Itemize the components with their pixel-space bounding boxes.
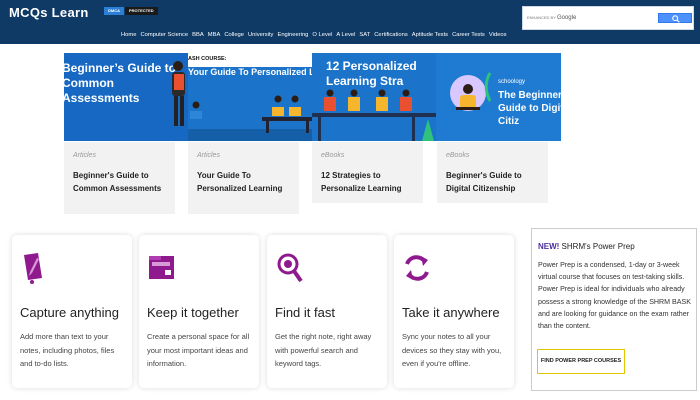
dmca-label: DMCA: [104, 7, 124, 15]
card-category: eBooks: [321, 152, 345, 159]
feature-card-keep-together: Keep it together Create a personal space…: [139, 235, 259, 388]
search-icon: [672, 15, 680, 23]
sync-icon: [405, 255, 429, 281]
nav-item-videos[interactable]: Videos: [489, 32, 507, 38]
nav-item-computer-science[interactable]: Computer Science: [140, 32, 188, 38]
promo-title: NEW! SHRM's Power Prep: [538, 242, 635, 251]
feature-description: Get the right note, right away with powe…: [275, 332, 372, 368]
nav-item-certifications[interactable]: Certifications: [374, 32, 408, 38]
card-title[interactable]: Beginner's Guide to Common Assessments: [73, 170, 169, 195]
search-enhanced-label: ENHANCED BY: [527, 15, 556, 20]
main-nav: Home Computer Science BBA MBA College Un…: [121, 32, 506, 38]
site-header: MCQs Learn DMCA PROTECTED ENHANCED BY Go…: [0, 0, 700, 44]
feature-title: Capture anything: [20, 305, 120, 320]
nav-item-aptitude-tests[interactable]: Aptitude Tests: [412, 32, 448, 38]
promo-title-text: SHRM's Power Prep: [559, 242, 635, 251]
banner-panel-digital-citizenship: schoology The Beginner’s Guide to Digita…: [436, 53, 561, 141]
feature-title: Find it fast: [275, 305, 335, 320]
card-title[interactable]: Beginner's Guide to Digital Citizenship: [446, 170, 542, 195]
banner-panel-strategies: 12 Personalized Learning Stra: [312, 53, 436, 141]
article-banner-strip[interactable]: Beginner’s Guide to Common Assessments s…: [64, 53, 561, 141]
nav-item-university[interactable]: University: [248, 32, 273, 38]
card-category: Articles: [197, 152, 220, 159]
banner-panel-personalized: ASH COURSE: Your Guide To Personalized L…: [188, 53, 312, 141]
card-title[interactable]: 12 Strategies to Personalize Learning: [321, 170, 417, 195]
nav-item-career-tests[interactable]: Career Tests: [452, 32, 485, 38]
promo-body: Power Prep is a condensed, 1-day or 3-we…: [538, 261, 691, 331]
classroom-illustration: [188, 95, 312, 141]
nav-item-home[interactable]: Home: [121, 32, 136, 38]
google-search-box: ENHANCED BY Google: [522, 6, 694, 30]
schoology-logo: schoology: [498, 79, 526, 85]
magnifier-icon: [277, 253, 303, 283]
nav-item-a-level[interactable]: A Level: [336, 32, 355, 38]
nav-item-mba[interactable]: MBA: [208, 32, 221, 38]
feature-title: Keep it together: [147, 305, 239, 320]
article-card[interactable]: Articles Your Guide To Personalized Lear…: [188, 142, 299, 214]
find-power-prep-button[interactable]: FIND POWER PREP COURSES: [537, 349, 625, 374]
search-button[interactable]: [658, 13, 692, 23]
feature-title: Take it anywhere: [402, 305, 500, 320]
banner-panel-title: Your Guide To Personalized Le: [188, 67, 312, 77]
feature-card-capture: Capture anything Add more than text to y…: [12, 235, 132, 388]
person-illustration: [172, 61, 185, 126]
dmca-badge[interactable]: DMCA PROTECTED: [104, 7, 158, 15]
google-brand: Google: [556, 15, 577, 21]
banner-caption: ASH COURSE:: [188, 56, 227, 62]
article-card[interactable]: eBooks 12 Strategies to Personalize Lear…: [312, 142, 423, 203]
card-category: eBooks: [446, 152, 470, 159]
feature-card-anywhere: Take it anywhere Sync your notes to all …: [394, 235, 514, 388]
nav-item-o-level[interactable]: O Level: [312, 32, 332, 38]
banner-panel-title: Beginner’s Guide to Common Assessments: [64, 61, 177, 105]
nav-item-bba[interactable]: BBA: [192, 32, 204, 38]
card-category: Articles: [73, 152, 96, 159]
banner-panel-assessments: Beginner’s Guide to Common Assessments s…: [64, 53, 188, 141]
banner-panel-title: 12 Personalized Learning Stra: [326, 59, 417, 88]
students-illustration: [312, 89, 436, 141]
nav-item-sat[interactable]: SAT: [359, 32, 370, 38]
nav-item-college[interactable]: College: [224, 32, 244, 38]
card-title[interactable]: Your Guide To Personalized Learning: [197, 170, 293, 195]
site-logo[interactable]: MCQs Learn: [9, 5, 89, 20]
feature-card-find-fast: Find it fast Get the right note, right a…: [267, 235, 387, 388]
feature-description: Sync your notes to all your devices so t…: [402, 332, 502, 368]
pen-note-icon: [24, 253, 42, 284]
banner-panel-title: The Beginner’s Guide to Digital Citiz: [498, 90, 561, 127]
nav-item-engineering[interactable]: Engineering: [277, 32, 308, 38]
feature-description: Add more than text to your notes, includ…: [20, 332, 115, 368]
new-label: NEW!: [538, 242, 560, 251]
protected-label: PROTECTED: [125, 7, 158, 15]
article-card[interactable]: eBooks Beginner's Guide to Digital Citiz…: [437, 142, 548, 203]
search-input[interactable]: ENHANCED BY Google: [527, 13, 647, 23]
folder-icon: [149, 256, 174, 279]
laptop-person-illustration: [450, 72, 492, 111]
feature-description: Create a personal space for all your mos…: [147, 332, 250, 368]
article-card[interactable]: Articles Beginner's Guide to Common Asse…: [64, 142, 175, 214]
